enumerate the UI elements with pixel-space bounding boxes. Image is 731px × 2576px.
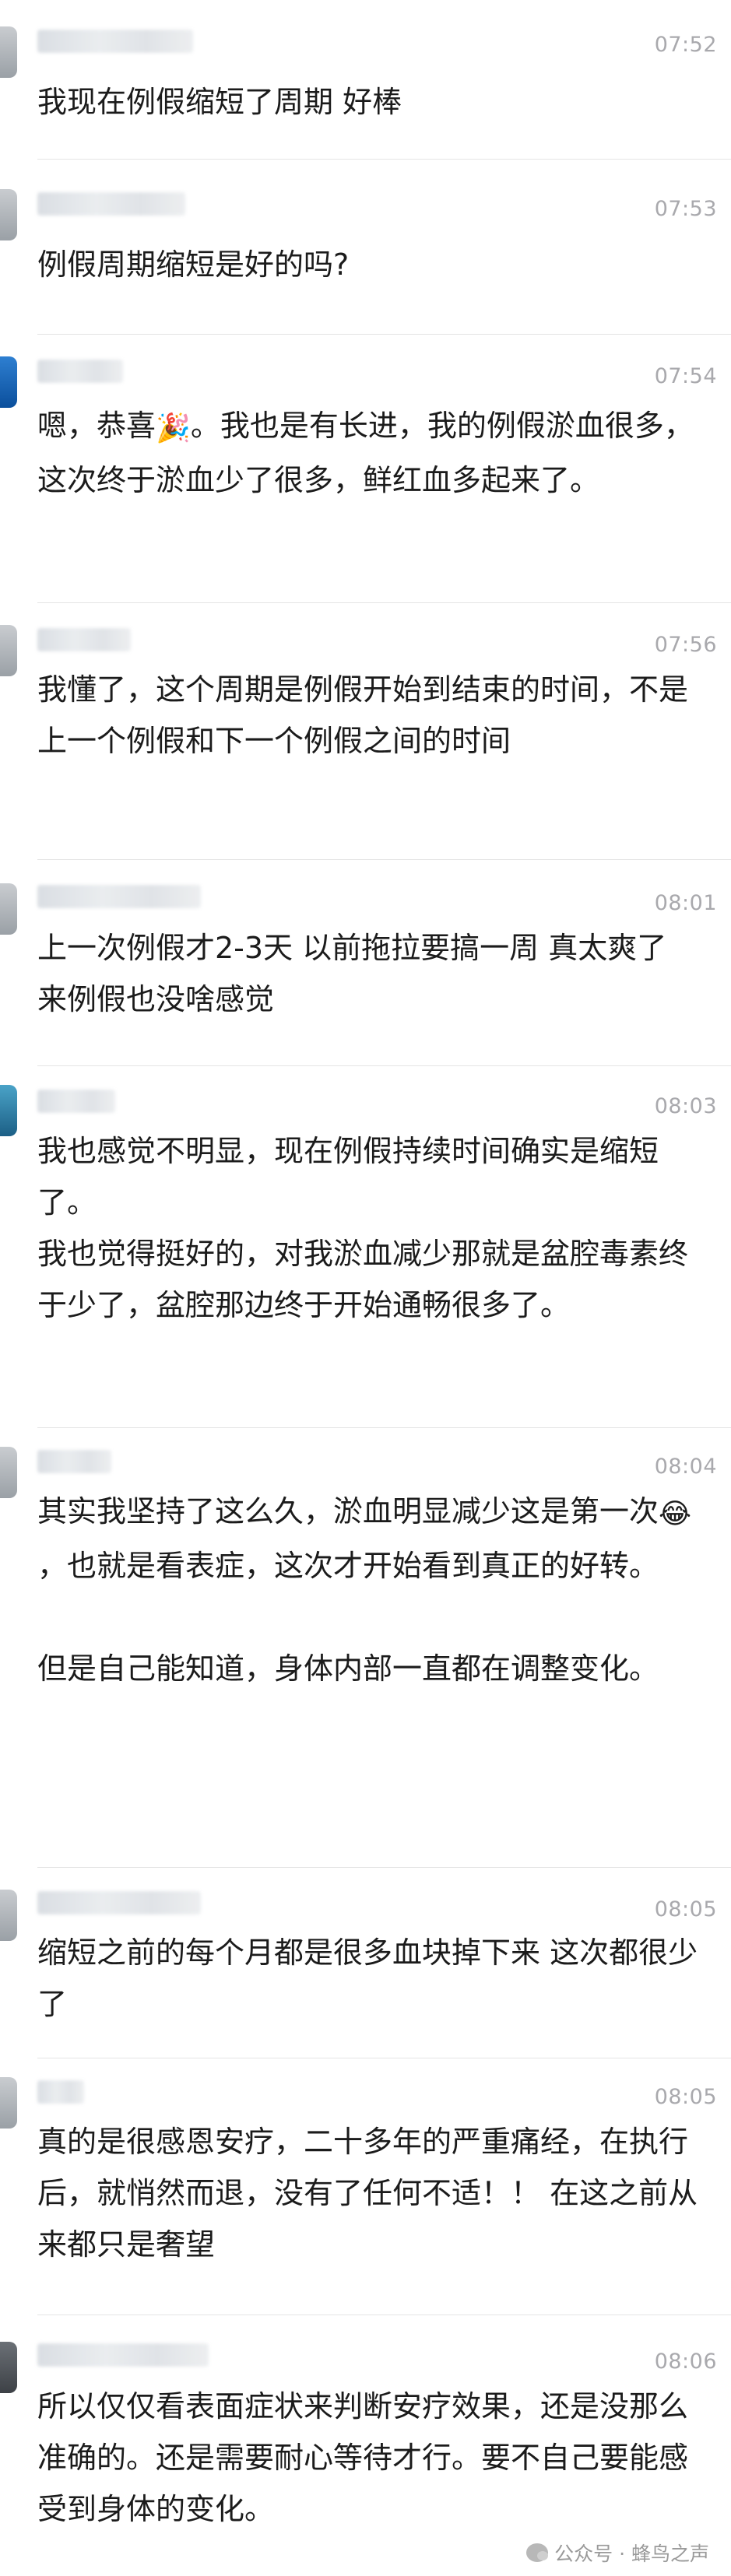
sender-name: [37, 1450, 111, 1473]
message-time: 07:53: [654, 197, 717, 221]
message-text: 我现在例假缩短了周期 好棒: [37, 85, 402, 119]
message-text: 所以仅仅看表面症状来判断安疗效果，还是没那么准确的。还是需要耐心等待才行。要不自…: [37, 2389, 689, 2526]
message-text: 真的是很感恩安疗，二十多年的严重痛经，在执行后，就悄然而退，没有了任何不适！！ …: [37, 2125, 698, 2262]
chat-message: 08:04 其实我坚持了这么久，淤血明显减少这是第一次😂，也就是看表症，这次才开…: [0, 1428, 731, 1868]
message-text: 例假周期缩短是好的吗?: [37, 247, 350, 282]
message-time: 07:54: [654, 364, 717, 388]
sender-name: [37, 1090, 115, 1113]
message-text: 上一次例假才2-3天 以前拖拉要搞一周 真太爽了 来例假也没啥感觉: [37, 931, 667, 1016]
sender-name: [37, 30, 193, 53]
chat-message: 07:54 嗯，恭喜🎉。我也是有长进，我的例假淤血很多，这次终于淤血少了很多，鲜…: [0, 335, 731, 603]
message-text: 缩短之前的每个月都是很多血块掉下来 这次都很少了: [37, 1936, 698, 2021]
avatar[interactable]: [0, 1890, 17, 1941]
message-time: 08:05: [654, 1897, 717, 1921]
chat-message: 08:05 真的是很感恩安疗，二十多年的严重痛经，在执行后，就悄然而退，没有了任…: [0, 2058, 731, 2315]
tears-of-joy-emoji: 😂: [659, 1498, 692, 1530]
message-text: 其实我坚持了这么久，淤血明显减少这是第一次😂，也就是看表症，这次才开始看到真正的…: [37, 1486, 700, 1694]
party-popper-emoji: 🎉: [156, 412, 191, 444]
message-text: 我也感觉不明显，现在例假持续时间确实是缩短了。 我也觉得挺好的，对我淤血减少那就…: [37, 1134, 689, 1322]
chat-message: 08:03 我也感觉不明显，现在例假持续时间确实是缩短了。 我也觉得挺好的，对我…: [0, 1066, 731, 1428]
sender-name: [37, 192, 185, 216]
watermark-label: 公众号 · 蜂鸟之声: [554, 2543, 709, 2565]
avatar[interactable]: [0, 1085, 17, 1136]
chat-message: 08:05 缩短之前的每个月都是很多血块掉下来 这次都很少了: [0, 1868, 731, 2058]
message-time: 07:56: [654, 633, 717, 657]
message-text: 嗯，恭喜🎉。我也是有长进，我的例假淤血很多，这次终于淤血少了很多，鲜红血多起来了…: [37, 400, 700, 506]
message-time: 08:04: [654, 1455, 717, 1479]
avatar[interactable]: [0, 625, 17, 676]
sender-name: [37, 1891, 201, 1914]
sender-name: [37, 885, 201, 908]
avatar[interactable]: [0, 2077, 17, 2129]
sender-name: [37, 360, 123, 383]
watermark: 公众号 · 蜂鸟之声: [526, 2539, 709, 2567]
message-time: 08:03: [654, 1094, 717, 1118]
chat-message: 08:01 上一次例假才2-3天 以前拖拉要搞一周 真太爽了 来例假也没啥感觉: [0, 860, 731, 1066]
avatar[interactable]: [0, 26, 17, 78]
message-time: 08:05: [654, 2085, 717, 2109]
avatar[interactable]: [0, 2342, 17, 2393]
sender-name: [37, 628, 131, 651]
avatar[interactable]: [0, 1447, 17, 1498]
message-time: 07:52: [654, 33, 717, 57]
message-text: 我懂了，这个周期是例假开始到结束的时间，不是上一个例假和下一个例假之间的时间: [37, 672, 689, 758]
message-time: 08:06: [654, 2350, 717, 2374]
chat-message: 08:06 所以仅仅看表面症状来判断安疗效果，还是没那么准确的。还是需要耐心等待…: [0, 2315, 731, 2576]
avatar[interactable]: [0, 356, 17, 408]
chat-message: 07:53 例假周期缩短是好的吗?: [0, 160, 731, 335]
avatar[interactable]: [0, 189, 17, 240]
sender-name: [37, 2343, 209, 2367]
avatar[interactable]: [0, 883, 17, 935]
chat-message: 07:56 我懂了，这个周期是例假开始到结束的时间，不是上一个例假和下一个例假之…: [0, 603, 731, 860]
wechat-icon: [526, 2543, 549, 2562]
sender-name: [37, 2080, 84, 2104]
chat-message: 07:52 我现在例假缩短了周期 好棒: [0, 0, 731, 160]
message-time: 08:01: [654, 891, 717, 915]
